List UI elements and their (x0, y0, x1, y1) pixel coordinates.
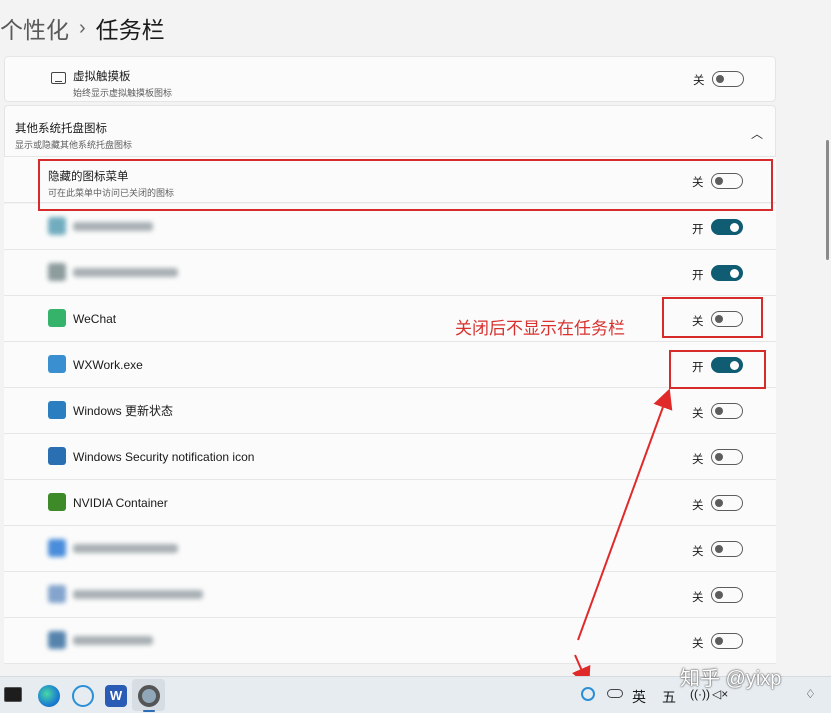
gear-icon[interactable] (138, 685, 160, 707)
arrow-to-wxwork (577, 388, 673, 641)
scrollbar[interactable] (826, 140, 829, 260)
terminal-icon[interactable] (4, 687, 22, 702)
ime-language[interactable]: 英 (632, 687, 646, 707)
ime-mode[interactable]: 五 (662, 687, 676, 707)
edge-icon[interactable] (38, 685, 60, 707)
search-icon[interactable] (72, 685, 94, 707)
wxwork-tray-icon[interactable] (581, 687, 595, 701)
annotation-arrows (572, 388, 673, 688)
cloud-icon[interactable] (607, 689, 623, 698)
watermark: 知乎 @yixp (680, 668, 782, 690)
active-indicator (143, 710, 155, 712)
bell-icon[interactable]: ♢ (805, 687, 816, 701)
word-icon[interactable]: W (105, 685, 127, 707)
